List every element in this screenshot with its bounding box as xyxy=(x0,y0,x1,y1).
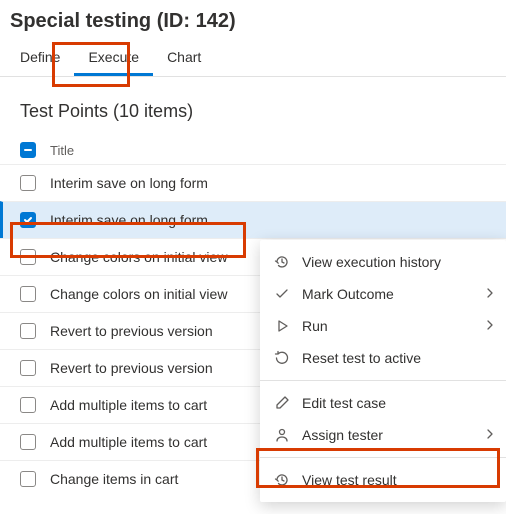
menu-item-label: Assign tester xyxy=(302,427,383,443)
row-title: Change colors on initial view xyxy=(50,286,227,302)
tab-bar: Define Execute Chart xyxy=(0,39,506,77)
row-title: Revert to previous version xyxy=(50,323,213,339)
table-row[interactable]: Interim save on long form xyxy=(0,201,506,238)
row-checkbox[interactable] xyxy=(20,175,36,191)
select-all-checkbox[interactable] xyxy=(20,142,36,158)
row-checkbox[interactable] xyxy=(20,249,36,265)
menu-item-mark-outcome[interactable]: Mark Outcome xyxy=(260,278,506,310)
row-checkbox[interactable] xyxy=(20,323,36,339)
tab-chart[interactable]: Chart xyxy=(153,39,215,76)
menu-item-label: Mark Outcome xyxy=(302,286,394,302)
menu-item-assign-tester[interactable]: Assign tester xyxy=(260,419,506,451)
play-icon xyxy=(272,318,292,334)
menu-item-view-test-result[interactable]: View test result xyxy=(260,464,506,496)
row-checkbox[interactable] xyxy=(20,360,36,376)
page-title: Special testing (ID: 142) xyxy=(0,0,506,39)
row-checkbox[interactable] xyxy=(20,286,36,302)
menu-item-label: View test result xyxy=(302,472,397,488)
check-icon xyxy=(272,286,292,302)
row-checkbox[interactable] xyxy=(20,397,36,413)
context-menu: View execution history Mark Outcome Run Res… xyxy=(260,240,506,502)
person-icon xyxy=(272,427,292,443)
row-title: Change items in cart xyxy=(50,471,178,487)
row-title: Add multiple items to cart xyxy=(50,434,207,450)
reset-icon xyxy=(272,350,292,366)
chevron-right-icon xyxy=(484,427,496,443)
row-title: Revert to previous version xyxy=(50,360,213,376)
list-header: Title xyxy=(0,136,506,164)
menu-separator xyxy=(260,380,506,381)
menu-separator xyxy=(260,457,506,458)
menu-item-label: View execution history xyxy=(302,254,441,270)
row-checkbox[interactable] xyxy=(20,212,36,228)
row-checkbox[interactable] xyxy=(20,434,36,450)
menu-item-label: Edit test case xyxy=(302,395,386,411)
row-title: Change colors on initial view xyxy=(50,249,227,265)
menu-item-label: Reset test to active xyxy=(302,350,421,366)
history-icon xyxy=(272,254,292,270)
menu-item-run[interactable]: Run xyxy=(260,310,506,342)
row-checkbox[interactable] xyxy=(20,471,36,487)
chevron-right-icon xyxy=(484,318,496,334)
column-title[interactable]: Title xyxy=(50,143,74,158)
history-icon xyxy=(272,472,292,488)
menu-item-label: Run xyxy=(302,318,328,334)
table-row[interactable]: Interim save on long form xyxy=(0,164,506,201)
row-title: Interim save on long form xyxy=(50,212,208,228)
tab-execute[interactable]: Execute xyxy=(74,39,153,76)
list-title: Test Points (10 items) xyxy=(0,77,506,136)
row-title: Add multiple items to cart xyxy=(50,397,207,413)
tab-define[interactable]: Define xyxy=(6,39,74,76)
menu-item-reset-test-to-active[interactable]: Reset test to active xyxy=(260,342,506,374)
menu-item-view-execution-history[interactable]: View execution history xyxy=(260,246,506,278)
edit-icon xyxy=(272,395,292,411)
menu-item-edit-test-case[interactable]: Edit test case xyxy=(260,387,506,419)
row-title: Interim save on long form xyxy=(50,175,208,191)
chevron-right-icon xyxy=(484,286,496,302)
